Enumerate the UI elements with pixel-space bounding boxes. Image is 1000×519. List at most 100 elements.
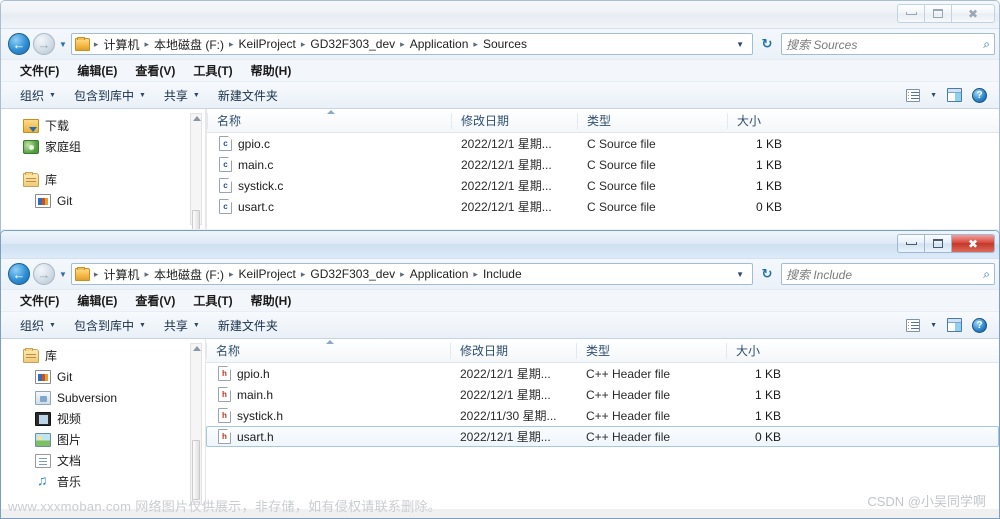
title-bar[interactable]: ✖ (1, 231, 999, 259)
help-icon[interactable]: ? (972, 87, 987, 103)
back-button[interactable]: ← (8, 263, 30, 285)
address-dropdown-icon[interactable]: ▼ (732, 40, 750, 49)
nav-item-documents[interactable]: 文档 (1, 450, 205, 471)
title-bar[interactable]: ✖ (1, 1, 999, 29)
chevron-down-icon[interactable]: ▼ (930, 92, 937, 99)
recent-pages-dropdown-icon[interactable]: ▼ (59, 270, 67, 279)
column-header-type[interactable]: 类型 (577, 112, 727, 129)
menu-help[interactable]: 帮助(H) (242, 290, 301, 311)
navigation-pane[interactable]: 下载 家庭组 库 Git (1, 109, 206, 229)
breadcrumb-bar[interactable]: ▸ 计算机 ▸ 本地磁盘 (F:) ▸ KeilProject ▸ GD32F3… (70, 33, 753, 55)
table-row[interactable]: c usart.c 2022/12/1 星期... C Source file … (207, 196, 999, 217)
file-list-pane[interactable]: 名称 修改日期 类型 大小 h gpio.h 2022/12/1 星期... C… (206, 339, 999, 509)
breadcrumb-keilproject[interactable]: KeilProject (236, 266, 299, 282)
menu-file[interactable]: 文件(F) (11, 290, 68, 311)
nav-item-pictures[interactable]: 图片 (1, 429, 205, 450)
explorer-window-include[interactable]: ✖ ← → ▼ ▸ 计算机 ▸ 本地磁盘 (F:) ▸ KeilProject … (0, 230, 1000, 519)
new-folder-button[interactable]: 新建文件夹 (209, 84, 287, 107)
menu-view[interactable]: 查看(V) (126, 290, 184, 311)
refresh-icon[interactable]: ↻ (756, 263, 778, 285)
nav-item-libraries[interactable]: 库 (1, 169, 205, 190)
menu-file[interactable]: 文件(F) (11, 60, 68, 81)
breadcrumb-computer[interactable]: 计算机 (100, 265, 142, 284)
menu-edit[interactable]: 编辑(E) (68, 290, 126, 311)
breadcrumb-gd32f303dev[interactable]: GD32F303_dev (307, 266, 398, 282)
address-dropdown-icon[interactable]: ▼ (732, 270, 750, 279)
preview-pane-icon[interactable] (947, 318, 962, 332)
table-row[interactable]: h systick.h 2022/11/30 星期... C++ Header … (206, 405, 999, 426)
change-view-icon[interactable] (906, 88, 921, 102)
chevron-down-icon[interactable]: ▼ (930, 322, 937, 329)
breadcrumb-computer[interactable]: 计算机 (100, 35, 142, 54)
nav-item-downloads[interactable]: 下载 (1, 115, 205, 136)
share-button[interactable]: 共享 ▼ (155, 84, 209, 107)
nav-item-music[interactable]: 音乐 (1, 471, 205, 492)
include-in-library-button[interactable]: 包含到库中 ▼ (65, 314, 155, 337)
breadcrumb-include[interactable]: Include (480, 266, 525, 282)
breadcrumb-application[interactable]: Application (407, 36, 472, 52)
breadcrumb-drive[interactable]: 本地磁盘 (F:) (151, 35, 227, 54)
nav-item-subversion[interactable]: Subversion (1, 387, 205, 408)
file-list-pane[interactable]: 名称 修改日期 类型 大小 c gpio.c 2022/12/1 星期... C… (206, 109, 999, 229)
change-view-icon[interactable] (906, 318, 921, 332)
navigation-scrollbar[interactable] (190, 113, 202, 229)
search-input[interactable]: 搜索 Sources (786, 36, 983, 53)
search-box[interactable]: 搜索 Sources ⌕ (781, 33, 995, 55)
navigation-scrollbar[interactable] (190, 343, 202, 505)
share-button[interactable]: 共享 ▼ (155, 314, 209, 337)
breadcrumb-keilproject[interactable]: KeilProject (236, 36, 299, 52)
menu-help[interactable]: 帮助(H) (242, 60, 301, 81)
maximize-button[interactable] (924, 4, 951, 23)
breadcrumb-application[interactable]: Application (407, 266, 472, 282)
column-header-size[interactable]: 大小 (727, 112, 801, 129)
nav-item-libraries[interactable]: 库 (1, 345, 205, 366)
table-row[interactable]: c gpio.c 2022/12/1 星期... C Source file 1… (207, 133, 999, 154)
search-input[interactable]: 搜索 Include (786, 266, 983, 283)
new-folder-button[interactable]: 新建文件夹 (209, 314, 287, 337)
scrollbar-thumb[interactable] (192, 210, 200, 229)
forward-button[interactable]: → (33, 263, 55, 285)
maximize-button[interactable] (924, 234, 951, 253)
table-row[interactable]: h main.h 2022/12/1 星期... C++ Header file… (206, 384, 999, 405)
breadcrumb-sources[interactable]: Sources (480, 36, 530, 52)
column-header-size[interactable]: 大小 (726, 342, 800, 359)
breadcrumb-drive[interactable]: 本地磁盘 (F:) (151, 265, 227, 284)
nav-item-git[interactable]: Git (1, 190, 205, 211)
organize-button[interactable]: 组织 ▼ (11, 84, 65, 107)
column-header-date[interactable]: 修改日期 (451, 112, 577, 129)
explorer-window-sources[interactable]: ✖ ← → ▼ ▸ 计算机 ▸ 本地磁盘 (F:) ▸ KeilProject … (0, 0, 1000, 238)
breadcrumb-gd32f303dev[interactable]: GD32F303_dev (307, 36, 398, 52)
breadcrumb-bar[interactable]: ▸ 计算机 ▸ 本地磁盘 (F:) ▸ KeilProject ▸ GD32F3… (70, 263, 753, 285)
recent-pages-dropdown-icon[interactable]: ▼ (59, 40, 67, 49)
preview-pane-icon[interactable] (947, 88, 962, 102)
column-header-name[interactable]: 名称 (206, 342, 450, 359)
table-row[interactable]: h gpio.h 2022/12/1 星期... C++ Header file… (206, 363, 999, 384)
table-row[interactable]: h usart.h 2022/12/1 星期... C++ Header fil… (206, 426, 999, 447)
forward-button[interactable]: → (33, 33, 55, 55)
scroll-up-icon[interactable] (193, 346, 201, 351)
nav-item-homegroup[interactable]: 家庭组 (1, 136, 205, 157)
close-button[interactable]: ✖ (951, 4, 995, 23)
menu-tools[interactable]: 工具(T) (184, 60, 241, 81)
help-icon[interactable]: ? (972, 317, 987, 333)
scroll-up-icon[interactable] (193, 116, 201, 121)
table-row[interactable]: c main.c 2022/12/1 星期... C Source file 1… (207, 154, 999, 175)
back-button[interactable]: ← (8, 33, 30, 55)
column-header-type[interactable]: 类型 (576, 342, 726, 359)
nav-item-videos[interactable]: 视频 (1, 408, 205, 429)
search-box[interactable]: 搜索 Include ⌕ (781, 263, 995, 285)
nav-item-git[interactable]: Git (1, 366, 205, 387)
column-header-date[interactable]: 修改日期 (450, 342, 576, 359)
menu-tools[interactable]: 工具(T) (184, 290, 241, 311)
column-header-name[interactable]: 名称 (207, 112, 451, 129)
minimize-button[interactable] (897, 4, 924, 23)
close-button[interactable]: ✖ (951, 234, 995, 253)
include-in-library-button[interactable]: 包含到库中 ▼ (65, 84, 155, 107)
table-row[interactable]: c systick.c 2022/12/1 星期... C Source fil… (207, 175, 999, 196)
navigation-pane[interactable]: 库 Git Subversion 视频 图片 文档 ♫ 音乐 (1, 339, 206, 509)
minimize-button[interactable] (897, 234, 924, 253)
scrollbar-thumb[interactable] (192, 440, 200, 500)
menu-edit[interactable]: 编辑(E) (68, 60, 126, 81)
organize-button[interactable]: 组织 ▼ (11, 314, 65, 337)
menu-view[interactable]: 查看(V) (126, 60, 184, 81)
